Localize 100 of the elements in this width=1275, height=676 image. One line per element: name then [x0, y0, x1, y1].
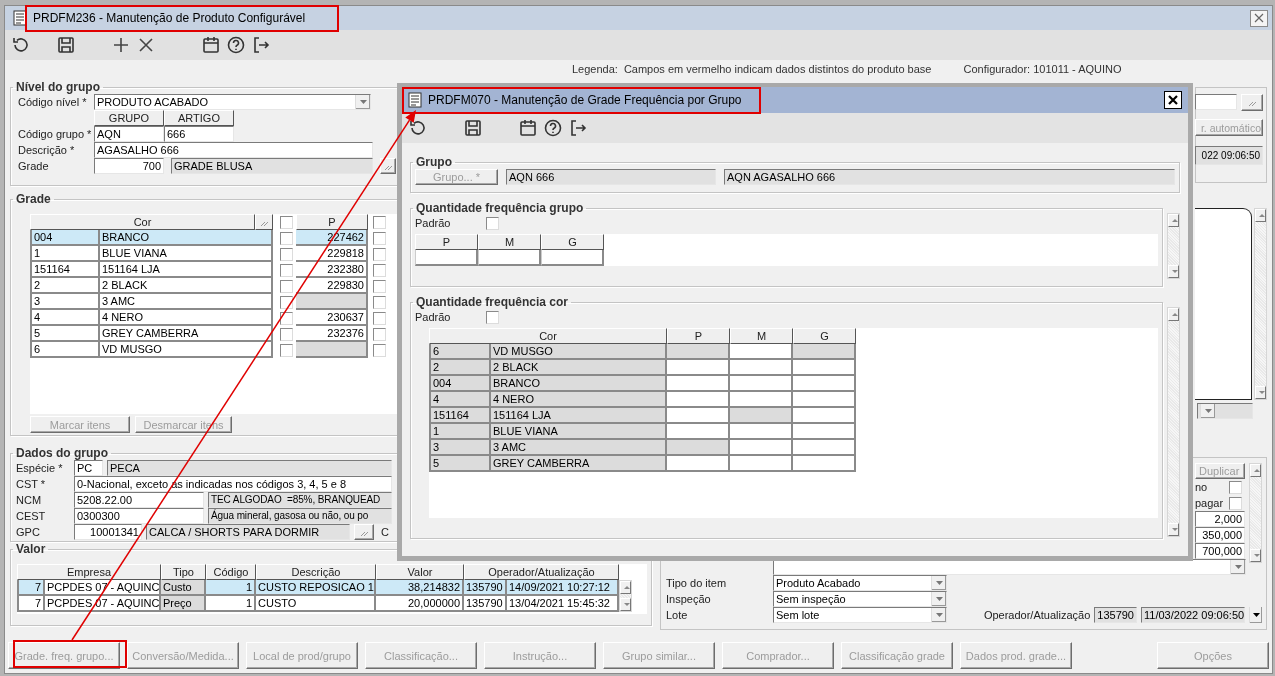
input-field[interactable]: 10001341: [74, 524, 142, 540]
table-cell[interactable]: [793, 408, 856, 424]
table-cell[interactable]: [793, 424, 856, 440]
table-cell[interactable]: [730, 440, 793, 456]
help-icon[interactable]: [226, 35, 246, 55]
close-icon: [1167, 94, 1179, 106]
help-icon[interactable]: [543, 118, 563, 138]
input-field[interactable]: 700,000: [1195, 543, 1245, 559]
lookup-button[interactable]: [380, 158, 396, 174]
table-cell[interactable]: [730, 392, 793, 408]
add-icon[interactable]: [111, 35, 131, 55]
input-field[interactable]: TEC ALGODAO =85%, BRANQUEAD: [208, 492, 392, 508]
input-field[interactable]: 0300300: [74, 508, 204, 524]
document-icon: [13, 10, 27, 26]
checkbox[interactable]: [373, 295, 386, 309]
input-field[interactable]: 5208.22.00: [74, 492, 204, 508]
checkbox[interactable]: [486, 216, 500, 230]
checkbox[interactable]: [280, 231, 293, 245]
calendar-icon[interactable]: [201, 35, 221, 55]
table-cell: 13/04/2021 15:45:32: [507, 596, 619, 612]
checkbox[interactable]: [373, 279, 386, 293]
table-cell[interactable]: [541, 250, 604, 266]
dropdown[interactable]: [1197, 403, 1253, 419]
table-cell: 4 NERO: [100, 310, 273, 326]
table-cell: 6: [429, 344, 491, 360]
checkbox[interactable]: [280, 247, 293, 261]
input-field[interactable]: AQN: [94, 126, 164, 142]
checkbox[interactable]: [373, 327, 386, 341]
table-cell: BRANCO: [100, 230, 273, 246]
memo-field[interactable]: [1195, 208, 1252, 400]
dropdown-button[interactable]: [1249, 607, 1262, 623]
checkbox[interactable]: [373, 263, 386, 277]
save-icon[interactable]: [56, 35, 76, 55]
checkbox[interactable]: [280, 215, 293, 229]
input-field[interactable]: Água mineral, gasosa ou não, ou po: [208, 508, 392, 524]
table-cell[interactable]: [730, 360, 793, 376]
table-cell[interactable]: [667, 376, 730, 392]
close-button[interactable]: [1164, 91, 1182, 109]
save-icon[interactable]: [463, 118, 483, 138]
input-field[interactable]: 666: [164, 126, 234, 142]
checkbox[interactable]: [373, 343, 386, 357]
dropdown[interactable]: PRODUTO ACABADO: [94, 94, 371, 110]
table-cell[interactable]: [667, 392, 730, 408]
checkbox[interactable]: [486, 310, 500, 324]
column-header: Código: [206, 564, 256, 580]
input-field[interactable]: [1195, 94, 1237, 110]
checkbox[interactable]: [280, 327, 293, 341]
checkbox[interactable]: [280, 343, 293, 357]
input-field[interactable]: PC: [74, 460, 103, 476]
lookup-button[interactable]: [354, 524, 374, 540]
table-cell: 7: [17, 580, 45, 596]
checkbox[interactable]: [280, 279, 293, 293]
table-cell: 2: [30, 278, 100, 294]
table-cell[interactable]: [793, 440, 856, 456]
scrollbar[interactable]: [619, 580, 632, 612]
table-cell[interactable]: [730, 424, 793, 440]
table-cell[interactable]: [478, 250, 541, 266]
scrollbar[interactable]: [1254, 208, 1267, 400]
table-cell: 1: [429, 424, 491, 440]
table-cell[interactable]: [667, 408, 730, 424]
scrollbar[interactable]: [1167, 213, 1180, 279]
table-cell[interactable]: [793, 376, 856, 392]
table-cell[interactable]: [793, 456, 856, 472]
table-cell[interactable]: [793, 392, 856, 408]
calendar-icon[interactable]: [518, 118, 538, 138]
exit-icon[interactable]: [251, 35, 271, 55]
dropdown[interactable]: Sem lote: [773, 607, 947, 623]
checkbox[interactable]: [373, 231, 386, 245]
table-cell[interactable]: [667, 360, 730, 376]
refresh-icon[interactable]: [408, 118, 428, 138]
table-cell[interactable]: [730, 456, 793, 472]
refresh-icon[interactable]: [11, 35, 31, 55]
table-cell[interactable]: [793, 360, 856, 376]
table-cell[interactable]: [667, 424, 730, 440]
checkbox[interactable]: [1229, 480, 1242, 494]
lookup-button[interactable]: [255, 214, 273, 230]
input-field[interactable]: 2,000: [1195, 511, 1245, 527]
input-field[interactable]: AGASALHO 666: [94, 142, 373, 158]
input-field[interactable]: 350,000: [1195, 527, 1245, 543]
table-cell[interactable]: [415, 250, 478, 266]
input-field[interactable]: PECA: [107, 460, 392, 476]
input-field[interactable]: GRADE BLUSA: [171, 158, 373, 174]
scrollbar[interactable]: [1167, 307, 1180, 537]
checkbox[interactable]: [373, 311, 386, 325]
checkbox[interactable]: [1229, 496, 1242, 510]
dropdown[interactable]: Sem inspeção: [773, 591, 947, 607]
input-field[interactable]: CALCA / SHORTS PARA DORMIR: [146, 524, 350, 540]
exit-icon[interactable]: [568, 118, 588, 138]
table-cell: Preço: [161, 596, 206, 612]
table-cell[interactable]: [667, 456, 730, 472]
input-field[interactable]: 700: [94, 158, 164, 174]
table-cell[interactable]: [730, 344, 793, 360]
checkbox[interactable]: [373, 247, 386, 261]
scrollbar[interactable]: [1249, 463, 1262, 563]
table-cell: 2: [429, 360, 491, 376]
checkbox[interactable]: [373, 215, 386, 229]
checkbox[interactable]: [280, 263, 293, 277]
lookup-button[interactable]: [1241, 94, 1263, 111]
table-cell[interactable]: [730, 376, 793, 392]
dropdown[interactable]: Produto Acabado: [773, 575, 947, 591]
